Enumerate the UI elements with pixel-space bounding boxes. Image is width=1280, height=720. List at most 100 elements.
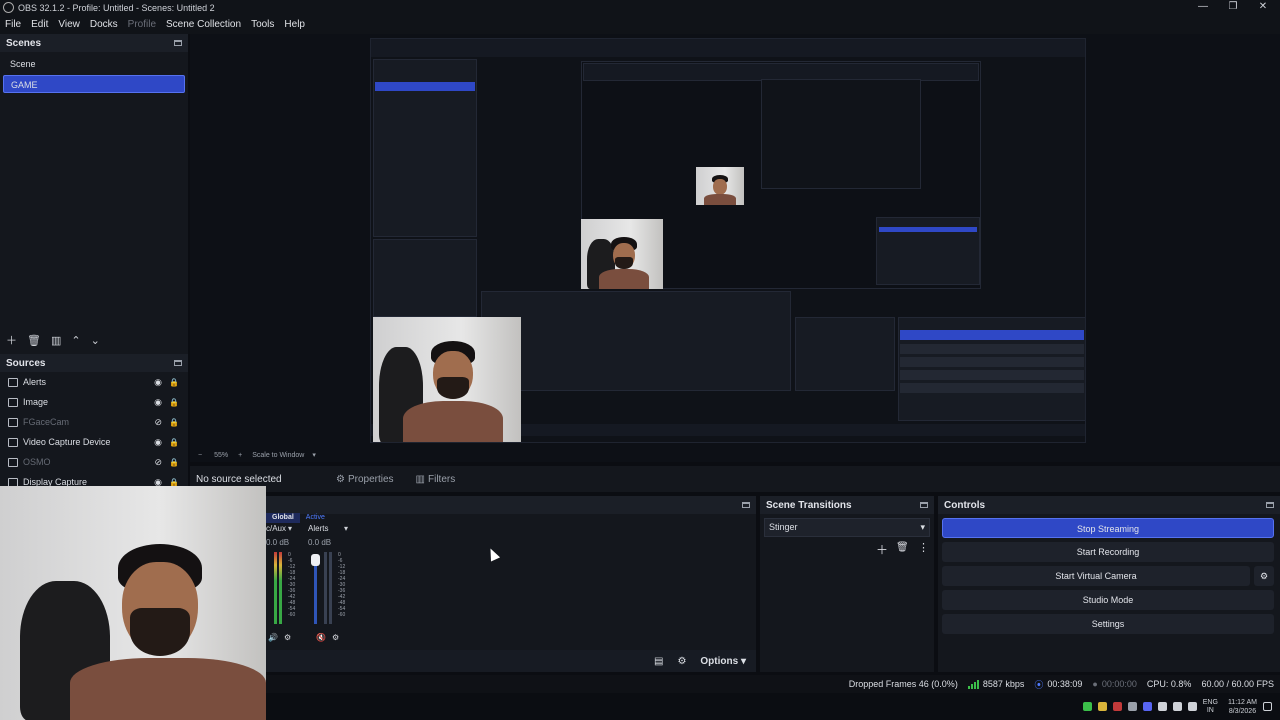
- tab-active[interactable]: Active: [300, 513, 331, 523]
- tray-app-icon[interactable]: [1082, 702, 1092, 711]
- dock-float-icon[interactable]: [742, 502, 750, 508]
- tab-global[interactable]: Global: [266, 513, 300, 523]
- speaker-muted-icon[interactable]: 🔇: [316, 633, 326, 642]
- eye-icon[interactable]: ◉: [154, 397, 162, 408]
- gear-icon[interactable]: ⚙: [1254, 566, 1274, 586]
- volume-icon[interactable]: [1187, 702, 1197, 711]
- eye-hidden-icon[interactable]: ⊘: [154, 457, 162, 468]
- source-item[interactable]: Video Capture Device ◉ 🔒: [0, 432, 188, 452]
- tray-app-icon[interactable]: [1142, 702, 1152, 711]
- tray-app-icon[interactable]: [1157, 702, 1167, 711]
- source-item[interactable]: OSMO ⊘ 🔒: [0, 452, 188, 472]
- eye-icon[interactable]: ◉: [154, 437, 162, 448]
- menu-profile[interactable]: Profile: [128, 19, 156, 30]
- menu-help[interactable]: Help: [284, 19, 305, 30]
- volume-meter: [279, 552, 282, 624]
- menu-edit[interactable]: Edit: [31, 19, 48, 30]
- menu-file[interactable]: File: [5, 19, 21, 30]
- source-item[interactable]: Image ◉ 🔒: [0, 392, 188, 412]
- dock-float-icon[interactable]: [920, 502, 928, 508]
- source-type-icon: [8, 377, 18, 387]
- chevron-down-icon[interactable]: ▾: [344, 524, 348, 533]
- title-bar: OBS 32.1.2 - Profile: Untitled - Scenes:…: [0, 0, 1280, 15]
- trash-icon[interactable]: 🗑: [896, 542, 909, 553]
- notification-icon[interactable]: [1263, 702, 1272, 711]
- no-source-label: No source selected: [196, 473, 282, 485]
- volume-slider-handle[interactable]: [311, 554, 320, 566]
- source-item[interactable]: FGaceCam ⊘ 🔒: [0, 412, 188, 432]
- window-title: OBS 32.1.2 - Profile: Untitled - Scenes:…: [18, 2, 215, 13]
- scenes-toolbar: ＋ 🗑 ▥ ⌃ ⌄: [0, 332, 100, 348]
- lock-icon[interactable]: 🔒: [169, 458, 179, 467]
- gear-icon[interactable]: ⚙: [284, 633, 291, 642]
- start-virtual-camera-button[interactable]: Start Virtual Camera: [942, 566, 1250, 586]
- program-preview[interactable]: [370, 38, 1086, 443]
- dock-float-icon[interactable]: [174, 360, 182, 366]
- tray-app-icon[interactable]: [1127, 702, 1137, 711]
- clock[interactable]: 11:12 AM 8/3/2026: [1228, 698, 1257, 716]
- chevron-down-icon[interactable]: ▾: [288, 524, 292, 533]
- transition-select[interactable]: Stinger ▾: [764, 518, 930, 537]
- minimize-button[interactable]: —: [1188, 0, 1218, 15]
- nested-button: [900, 370, 1084, 380]
- db-scale: 0 -6 -12 -18 -24 -30 -36 -42 -48 -54 -60: [288, 552, 296, 618]
- start-recording-button[interactable]: Start Recording: [942, 542, 1274, 562]
- menu-docks[interactable]: Docks: [90, 19, 118, 30]
- tray-app-icon[interactable]: [1097, 702, 1107, 711]
- nested-selected-scene: [375, 82, 475, 91]
- scene-item-scene[interactable]: Scene: [3, 55, 185, 73]
- db-scale: 0 -6 -12 -18 -24 -30 -36 -42 -48 -54 -60: [338, 552, 346, 618]
- scene-transitions-dock: Scene Transitions Stinger ▾ ＋ 🗑 ⋮: [760, 496, 934, 672]
- language-indicator[interactable]: ENG IN: [1203, 699, 1218, 715]
- dock-float-icon[interactable]: [174, 40, 182, 46]
- record-icon: ●: [1092, 679, 1098, 689]
- trash-icon[interactable]: 🗑: [27, 334, 41, 347]
- nested-transitions: [795, 317, 895, 391]
- scene-item-game[interactable]: GAME: [3, 75, 185, 93]
- add-icon[interactable]: ＋: [876, 541, 888, 558]
- menu-bar: File Edit View Docks Profile Scene Colle…: [0, 15, 1280, 34]
- settings-button[interactable]: Settings: [942, 614, 1274, 634]
- record-time-value: 00:00:00: [1101, 679, 1137, 689]
- gear-icon[interactable]: ⚙: [332, 633, 339, 642]
- add-icon[interactable]: ＋: [6, 332, 17, 348]
- menu-view[interactable]: View: [58, 19, 80, 30]
- cpu-usage: CPU: 0.8%: [1146, 679, 1192, 689]
- close-button[interactable]: ✕: [1248, 0, 1278, 15]
- restore-button[interactable]: ❐: [1218, 0, 1248, 15]
- menu-tools[interactable]: Tools: [251, 19, 274, 30]
- filters-button[interactable]: ▥ Filters: [416, 474, 456, 485]
- filter-icon: ▥: [415, 473, 425, 485]
- eye-hidden-icon[interactable]: ⊘: [154, 417, 162, 428]
- layout-icon[interactable]: ▤: [654, 656, 663, 667]
- properties-button[interactable]: ⚙ Properties: [336, 474, 394, 485]
- options-button[interactable]: Options ▾: [700, 656, 746, 667]
- tray-app-icon[interactable]: [1112, 702, 1122, 711]
- speaker-icon[interactable]: 🔊: [268, 633, 278, 642]
- chevron-down-icon[interactable]: ▾: [312, 451, 316, 459]
- source-item[interactable]: Alerts ◉ 🔒: [0, 372, 188, 392]
- stream-time-value: 00:38:09: [1047, 679, 1083, 689]
- zoom-in-button[interactable]: +: [238, 452, 242, 459]
- stop-streaming-button[interactable]: Stop Streaming: [942, 518, 1274, 538]
- lock-icon[interactable]: 🔒: [169, 438, 179, 447]
- filter-icon[interactable]: ▥: [51, 334, 61, 347]
- scale-mode[interactable]: Scale to Window: [252, 452, 304, 459]
- options-label: Options: [700, 655, 739, 667]
- lock-icon[interactable]: 🔒: [169, 418, 179, 427]
- sources-title: Sources: [6, 357, 46, 369]
- gear-icon[interactable]: ⚙: [677, 656, 686, 667]
- eye-icon[interactable]: ◉: [154, 377, 162, 388]
- lock-icon[interactable]: 🔒: [169, 378, 179, 387]
- down-icon[interactable]: ⌄: [91, 334, 100, 347]
- wifi-icon[interactable]: [1172, 702, 1182, 711]
- menu-scene-collection[interactable]: Scene Collection: [166, 19, 241, 30]
- up-icon[interactable]: ⌃: [71, 334, 80, 347]
- taskbar-tray: ENG IN 11:12 AM 8/3/2026: [266, 693, 1280, 720]
- zoom-out-button[interactable]: −: [198, 452, 202, 459]
- more-icon[interactable]: ⋮: [918, 541, 929, 554]
- studio-mode-button[interactable]: Studio Mode: [942, 590, 1274, 610]
- dock-float-icon[interactable]: [1266, 502, 1274, 508]
- track-db: 0.0 dB: [266, 538, 290, 547]
- lock-icon[interactable]: 🔒: [169, 398, 179, 407]
